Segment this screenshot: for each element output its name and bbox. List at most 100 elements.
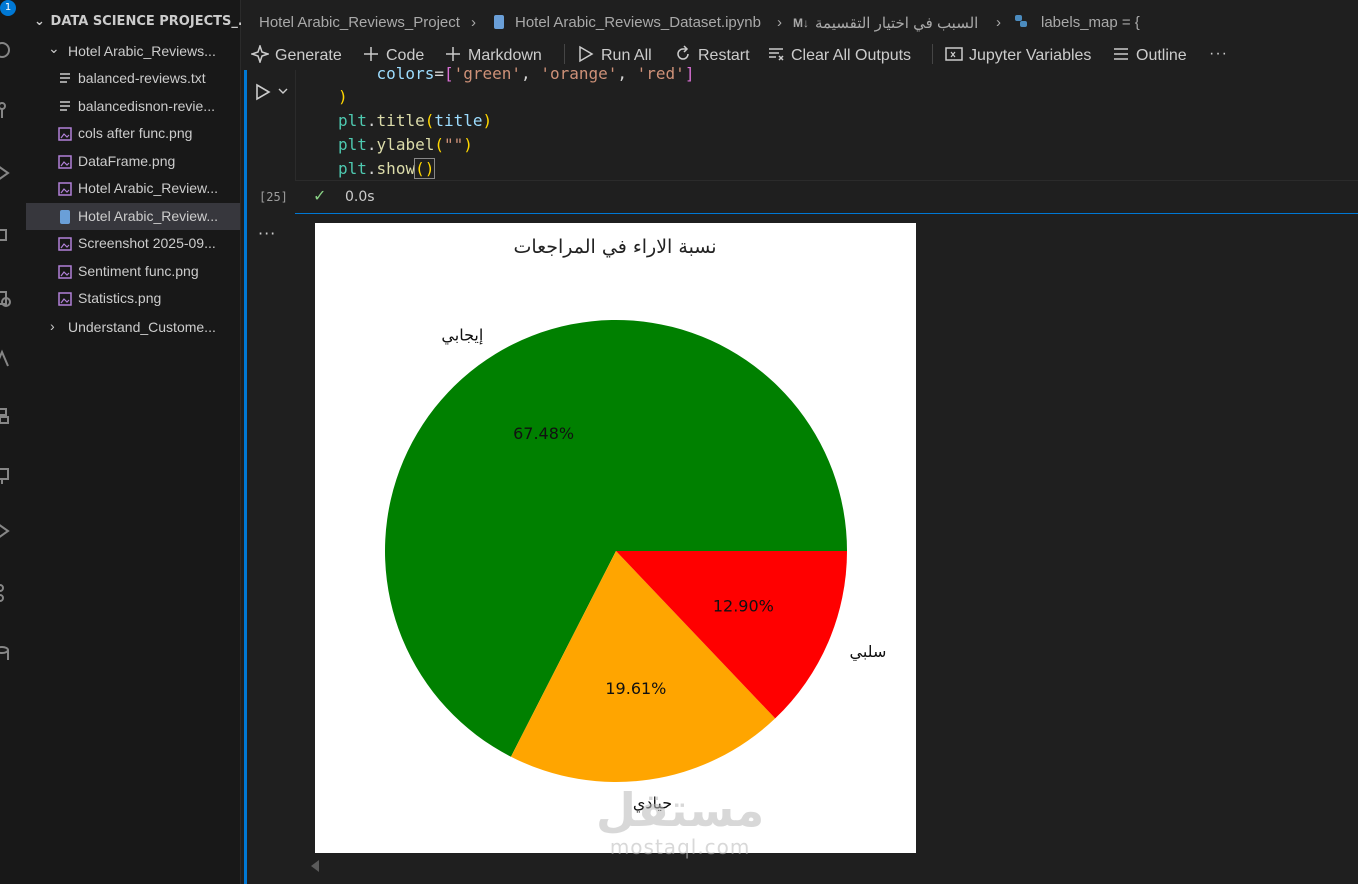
chart-title: نسبة الاراء في المراجعات [513, 236, 716, 258]
git-icon[interactable] [0, 582, 14, 604]
image-file-icon [58, 292, 72, 306]
pie-value-label: 12.90% [713, 597, 774, 616]
code-cell-editor[interactable]: colors=['green', 'orange', 'red'] ) plt.… [295, 64, 1358, 180]
breadcrumb-notebook[interactable]: Hotel Arabic_Reviews_Dataset.ipynb [515, 14, 761, 31]
file-item-label: Statistics.png [78, 290, 162, 306]
code-line: plt.ylabel("") [338, 135, 473, 154]
database-icon[interactable] [0, 644, 14, 666]
explorer-root[interactable]: ⌄ DATA SCIENCE PROJECTS_... [34, 14, 253, 29]
python-icon [1015, 15, 1027, 27]
code-line: plt.title(title) [338, 111, 493, 130]
watermark-domain: mostaql.com [609, 835, 751, 859]
jupyter-icon[interactable] [0, 465, 14, 487]
outline-icon [1114, 48, 1128, 60]
cell-output: نسبة الاراء في المراجعات 67.48% إيجابي 19.… [315, 223, 916, 853]
generate-button[interactable]: Generate [251, 45, 342, 65]
restart-label: Restart [698, 47, 750, 64]
pie-value-label: 67.48% [513, 424, 574, 443]
folder-hotel-arabic-reviews[interactable]: ⌄ Hotel Arabic_Reviews... [26, 38, 240, 65]
folder-label: Hotel Arabic_Reviews... [68, 43, 216, 59]
file-item[interactable]: balancedisnon-revie... [26, 93, 240, 120]
file-item-label: Hotel Arabic_Review... [78, 180, 219, 196]
image-file-icon [58, 182, 72, 196]
file-item-label: balanced-reviews.txt [78, 70, 206, 86]
clear-outputs-button[interactable]: Clear All Outputs [767, 45, 911, 65]
file-item[interactable]: cols after func.png [26, 120, 240, 147]
breadcrumb-section[interactable]: السبب في اختيار التقسيمة [815, 14, 978, 32]
restart-icon [677, 45, 689, 60]
testing-icon[interactable] [0, 348, 14, 370]
watermark: مستقل mostaql.com [596, 785, 764, 859]
more-actions-button[interactable]: ··· [1209, 45, 1228, 63]
plus-icon [364, 47, 378, 61]
add-markdown-button[interactable]: Markdown [444, 45, 542, 65]
image-file-icon [58, 237, 72, 251]
breadcrumb-project[interactable]: Hotel Arabic_Reviews_Project [259, 14, 460, 31]
file-item-label: Hotel Arabic_Review... [78, 207, 219, 224]
file-item[interactable]: balanced-reviews.txt [26, 65, 240, 92]
outline-button[interactable]: Outline [1112, 45, 1187, 65]
file-item-label: Screenshot 2025-09... [78, 235, 216, 251]
success-check-icon: ✓ [313, 186, 327, 205]
image-file-icon [58, 127, 72, 141]
add-markdown-label: Markdown [468, 47, 542, 64]
run-all-button[interactable]: Run All [577, 45, 652, 65]
chevron-down-icon: ⌄ [34, 14, 45, 29]
watermark-brand: مستقل [596, 783, 765, 837]
clear-all-icon [769, 48, 784, 61]
python-icon[interactable] [0, 405, 14, 427]
jupyter-variables-label: Jupyter Variables [969, 47, 1092, 64]
run-all-icon [579, 45, 594, 63]
execution-count: [25] [259, 190, 288, 204]
breadcrumb-separator: › [777, 14, 782, 31]
pie-category-label: سلبي [850, 642, 887, 662]
markdown-icon: M↓ [793, 16, 809, 30]
breadcrumb-symbol[interactable]: labels_map = { [1041, 14, 1140, 31]
sparkle-icon [251, 45, 269, 63]
code-line: colors=['green', 'orange', 'red'] [338, 64, 695, 83]
chevron-down-icon: ⌄ [48, 40, 60, 56]
extensions-icon[interactable] [0, 224, 14, 246]
run-debug-icon[interactable] [0, 162, 14, 184]
file-item[interactable]: Sentiment func.png [26, 258, 240, 285]
jupyter-variables-button[interactable]: Jupyter Variables [945, 45, 1091, 65]
cell-status-row: ✓ 0.0s [295, 180, 1358, 214]
activity-bar: 1 [0, 0, 26, 884]
file-item[interactable]: Statistics.png [26, 285, 240, 312]
outline-label: Outline [1136, 47, 1187, 64]
chevron-right-icon: › [50, 318, 55, 334]
plus-icon [446, 47, 460, 61]
text-file-icon [60, 100, 70, 111]
cell-focus-indicator [244, 70, 247, 884]
file-item-label: cols after func.png [78, 125, 193, 141]
source-control-icon[interactable] [0, 100, 14, 122]
run-icon[interactable] [0, 520, 14, 542]
code-line: ) [338, 87, 348, 106]
run-cell-button[interactable] [255, 83, 291, 101]
code-line: plt.show() [338, 158, 436, 179]
scroll-left-arrow[interactable] [311, 860, 319, 872]
breadcrumb-separator: › [996, 14, 1001, 31]
breadcrumb-separator: › [471, 14, 476, 31]
file-item[interactable]: Hotel Arabic_Review... [26, 202, 240, 230]
notebook-file-icon [60, 209, 70, 224]
variables-icon [945, 47, 963, 61]
file-item[interactable]: DataFrame.png [26, 148, 240, 175]
add-code-button[interactable]: Code [362, 45, 424, 65]
folder-understand-customer[interactable]: › Understand_Custome... [26, 314, 240, 341]
breadcrumb: Hotel Arabic_Reviews_Project › Hotel Ara… [241, 0, 1358, 40]
output-menu-button[interactable]: ··· [258, 224, 276, 243]
notification-badge: 1 [0, 0, 16, 16]
file-item-label: DataFrame.png [78, 152, 176, 169]
toolbar-divider [564, 44, 565, 64]
file-item[interactable]: Screenshot 2025-09... [26, 230, 240, 257]
restart-button[interactable]: Restart [674, 45, 750, 65]
add-code-label: Code [386, 47, 425, 64]
search-icon[interactable] [0, 40, 14, 62]
remote-explorer-icon[interactable] [0, 288, 14, 310]
image-file-icon [58, 154, 72, 169]
generate-label: Generate [275, 47, 342, 64]
execution-duration: 0.0s [345, 189, 375, 205]
text-file-icon [60, 73, 70, 83]
file-item[interactable]: Hotel Arabic_Review... [26, 175, 240, 202]
